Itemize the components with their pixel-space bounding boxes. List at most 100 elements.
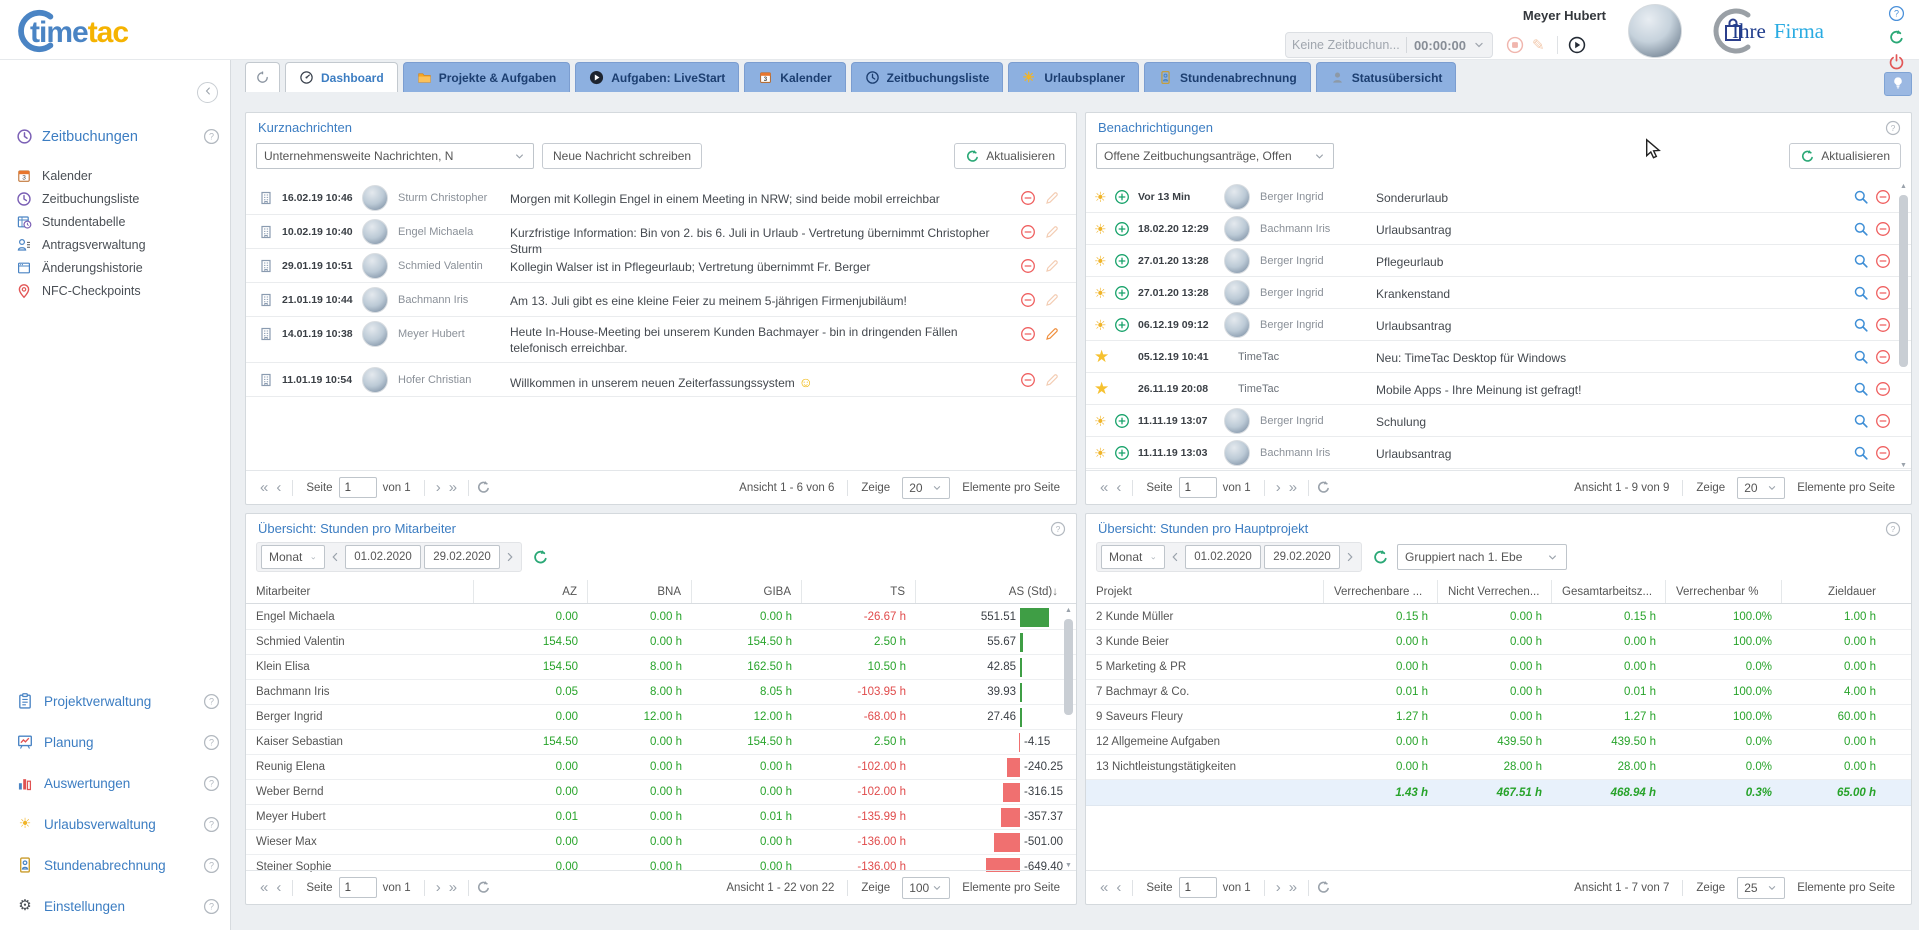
help-icon[interactable]: ? [203, 816, 220, 833]
help-icon[interactable]: ? [203, 734, 220, 751]
column-header-projekt[interactable]: Projekt [1086, 580, 1324, 603]
help-icon[interactable]: ? [203, 693, 220, 710]
view-details-icon[interactable] [1853, 253, 1869, 269]
delete-message-icon[interactable] [1020, 372, 1036, 388]
edit-message-icon[interactable] [1044, 326, 1060, 342]
column-header-ts[interactable]: TS [802, 580, 916, 603]
sidebar-item-urlaubsverwaltung[interactable]: ☀Urlaubsverwaltung? [16, 815, 220, 833]
column-header-verrechenbar[interactable]: Verrechenbar % [1666, 580, 1782, 603]
refresh-icon[interactable] [476, 880, 491, 895]
previous-period-icon[interactable] [1168, 550, 1182, 564]
delete-message-icon[interactable] [1020, 224, 1036, 240]
first-page-button[interactable]: « [256, 479, 272, 496]
dismiss-notification-icon[interactable] [1875, 317, 1891, 333]
period-select[interactable]: Monat [1101, 545, 1165, 569]
scrollbar-thumb[interactable] [1064, 619, 1073, 715]
first-page-button[interactable]: « [1096, 879, 1112, 896]
previous-page-button[interactable]: ‹ [272, 479, 285, 496]
tab-stundenabrechnung[interactable]: Stundenabrechnung [1144, 62, 1311, 92]
scroll-up-icon[interactable]: ▲ [1062, 605, 1075, 617]
sidebar-item-auswertungen[interactable]: Auswertungen? [16, 774, 220, 792]
help-icon[interactable]: ? [203, 128, 220, 145]
dismiss-notification-icon[interactable] [1875, 445, 1891, 461]
dismiss-notification-icon[interactable] [1875, 381, 1891, 397]
add-request-icon[interactable] [1114, 445, 1130, 461]
help-icon[interactable]: ? [1885, 120, 1901, 136]
previous-page-button[interactable]: ‹ [1112, 879, 1125, 896]
tab-urlaubsplaner[interactable]: ☀Urlaubsplaner [1008, 62, 1139, 92]
help-icon[interactable]: ? [1888, 5, 1905, 22]
date-to-input[interactable]: 29.02.2020 [424, 545, 500, 569]
column-header-mitarbeiter[interactable]: Mitarbeiter [246, 580, 474, 603]
sidebar-item-einstellungen[interactable]: ⚙Einstellungen? [16, 897, 220, 915]
edit-message-icon[interactable] [1044, 292, 1060, 308]
sidebar-item-antragsverwaltung[interactable]: Antragsverwaltung [16, 237, 220, 253]
add-request-icon[interactable] [1114, 317, 1130, 333]
next-period-icon[interactable] [503, 550, 517, 564]
grouping-select[interactable]: Gruppiert nach 1. Ebe [1397, 544, 1567, 570]
column-header-nicht-verrechen[interactable]: Nicht Verrechen... [1438, 580, 1552, 603]
sidebar-item-nfc-checkpoints[interactable]: NFC-Checkpoints [16, 283, 220, 299]
refresh-icon[interactable] [476, 480, 491, 495]
sidebar-section-zeitbuchungen[interactable]: Zeitbuchungen ? [16, 128, 220, 145]
timer-widget[interactable]: Keine Zeitbuchun... 00:00:00 [1285, 32, 1493, 58]
new-message-button[interactable]: Neue Nachricht schreiben [542, 143, 702, 169]
refresh-icon[interactable] [1316, 480, 1331, 495]
sidebar-item-planung[interactable]: Planung? [16, 733, 220, 751]
refresh-icon[interactable] [1888, 29, 1905, 46]
column-header-zieldauer[interactable]: Zieldauer [1782, 580, 1886, 603]
scroll-up-icon[interactable]: ▲ [1897, 181, 1910, 193]
add-request-icon[interactable] [1114, 189, 1130, 205]
dismiss-notification-icon[interactable] [1875, 413, 1891, 429]
delete-message-icon[interactable] [1020, 326, 1036, 342]
help-icon[interactable]: ? [1050, 521, 1066, 537]
last-page-button[interactable]: » [1285, 879, 1301, 896]
previous-page-button[interactable]: ‹ [1112, 479, 1125, 496]
per-page-select[interactable]: 100 [902, 877, 950, 899]
next-period-icon[interactable] [1343, 550, 1357, 564]
view-details-icon[interactable] [1853, 317, 1869, 333]
help-icon[interactable]: ? [1885, 521, 1901, 537]
column-header-gesamtarbeitsz[interactable]: Gesamtarbeitsz... [1552, 580, 1666, 603]
refresh-messages-button[interactable]: Aktualisieren [954, 143, 1066, 169]
previous-page-button[interactable]: ‹ [272, 879, 285, 896]
last-page-button[interactable]: » [445, 879, 461, 896]
column-header-bna[interactable]: BNA [588, 580, 692, 603]
next-page-button[interactable]: › [1272, 879, 1285, 896]
dismiss-notification-icon[interactable] [1875, 253, 1891, 269]
tab-aufgaben-livestart[interactable]: Aufgaben: LiveStart [575, 62, 739, 92]
dismiss-notification-icon[interactable] [1875, 221, 1891, 237]
tab-dashboard[interactable]: Dashboard [285, 62, 398, 92]
page-number-input[interactable] [1179, 877, 1217, 898]
per-page-select[interactable]: 20 [902, 477, 950, 499]
employees-scrollbar[interactable]: ▲ ▼ [1062, 605, 1075, 872]
add-request-icon[interactable] [1114, 253, 1130, 269]
column-header-az[interactable]: AZ [474, 580, 588, 603]
refresh-icon[interactable] [532, 549, 549, 566]
edit-message-icon[interactable] [1044, 372, 1060, 388]
message-filter-select[interactable]: Unternehmensweite Nachrichten, N [256, 143, 534, 169]
help-icon[interactable]: ? [203, 775, 220, 792]
per-page-select[interactable]: 20 [1737, 477, 1785, 499]
sidebar-item-stundenabrechnung[interactable]: Stundenabrechnung? [16, 856, 220, 874]
edit-message-icon[interactable] [1044, 258, 1060, 274]
refresh-icon[interactable] [1316, 880, 1331, 895]
page-number-input[interactable] [339, 477, 377, 498]
add-request-icon[interactable] [1114, 221, 1130, 237]
tab-recent[interactable] [245, 62, 280, 92]
edit-message-icon[interactable] [1044, 190, 1060, 206]
next-page-button[interactable]: › [432, 479, 445, 496]
view-details-icon[interactable] [1853, 189, 1869, 205]
per-page-select[interactable]: 25 [1737, 877, 1785, 899]
refresh-icon[interactable] [1372, 549, 1389, 566]
view-details-icon[interactable] [1853, 285, 1869, 301]
delete-message-icon[interactable] [1020, 258, 1036, 274]
page-number-input[interactable] [339, 877, 377, 898]
tab-projekte-aufgaben[interactable]: Projekte & Aufgaben [403, 62, 571, 92]
dismiss-notification-icon[interactable] [1875, 285, 1891, 301]
tab-statusübersicht[interactable]: Statusübersicht [1316, 62, 1457, 92]
column-header-as-std[interactable]: AS (Std) ↓ [916, 580, 1068, 603]
stop-recording-icon[interactable] [1506, 36, 1524, 54]
view-details-icon[interactable] [1853, 445, 1869, 461]
refresh-notifications-button[interactable]: Aktualisieren [1789, 143, 1901, 169]
